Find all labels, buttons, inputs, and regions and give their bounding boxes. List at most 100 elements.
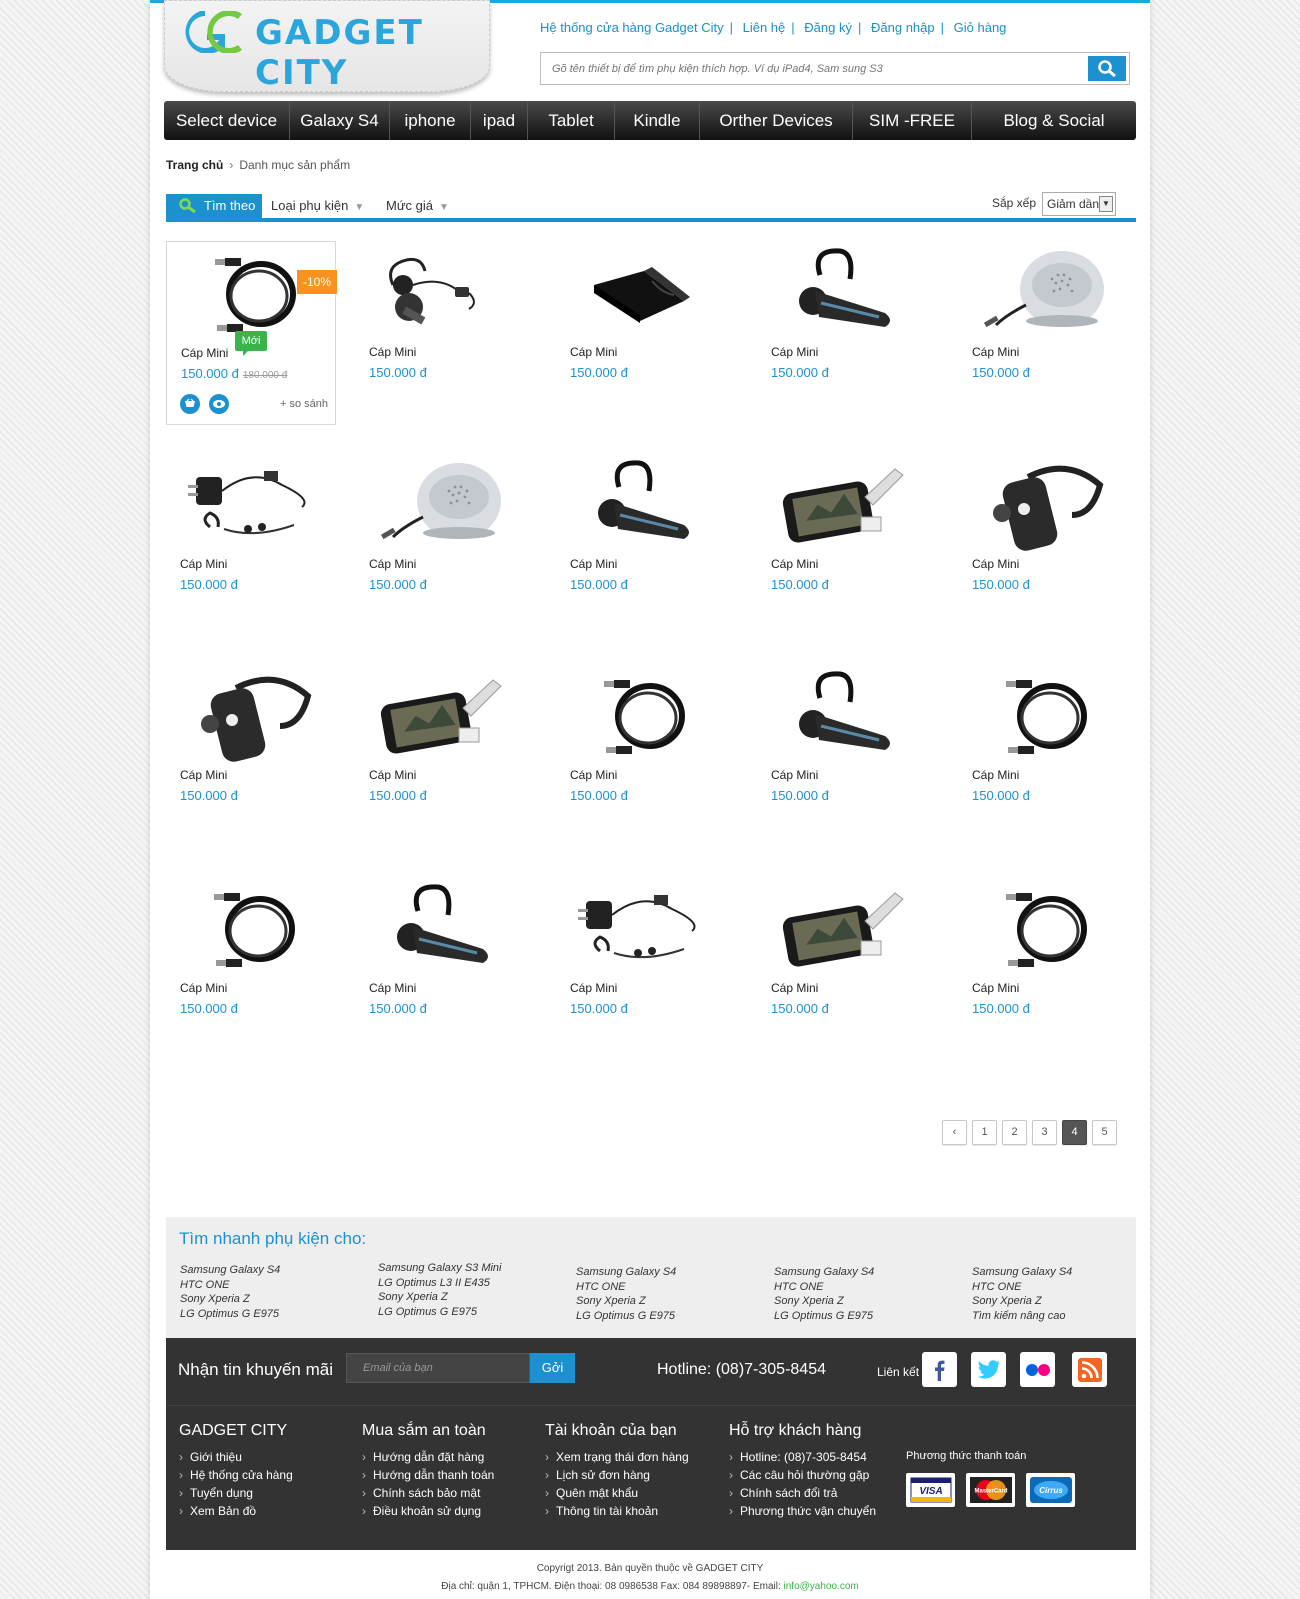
product-name[interactable]: Cáp Mini	[972, 768, 1019, 782]
product-name[interactable]: Cáp Mini	[771, 768, 818, 782]
quick-find-link[interactable]: LG Optimus G E975	[180, 1307, 280, 1322]
footer-link[interactable]: Các câu hỏi thường gặp	[729, 1466, 876, 1484]
quick-find-link[interactable]: HTC ONE	[180, 1278, 280, 1293]
product-name[interactable]: Cáp Mini	[180, 768, 227, 782]
nav-sim-free[interactable]: SIM -FREE	[853, 101, 972, 140]
footer-link[interactable]: Giới thiệu	[179, 1448, 293, 1466]
product-name[interactable]: Cáp Mini	[570, 768, 617, 782]
product-image[interactable]	[174, 457, 324, 553]
page-3-button[interactable]: 3	[1032, 1120, 1057, 1145]
facebook-icon[interactable]	[922, 1352, 957, 1387]
product-card[interactable]: Cáp Mini 150.000 đ	[757, 664, 927, 848]
product-name[interactable]: Cáp Mini	[570, 345, 617, 359]
product-name[interactable]: Cáp Mini	[771, 557, 818, 571]
accessory-type-dropdown[interactable]: Loại phụ kiện ▼	[271, 198, 364, 213]
quick-find-link[interactable]: Samsung Galaxy S4	[972, 1265, 1072, 1280]
search-button[interactable]	[1088, 56, 1126, 81]
product-name[interactable]: Cáp Mini	[771, 345, 818, 359]
product-card[interactable]: Cáp Mini 150.000 đ	[355, 453, 525, 637]
quick-find-link[interactable]: LG Optimus G E975	[576, 1309, 676, 1324]
product-name[interactable]: Cáp Mini	[972, 981, 1019, 995]
product-image[interactable]	[363, 881, 513, 977]
nav-iphone[interactable]: iphone	[390, 101, 471, 140]
product-image[interactable]	[175, 246, 325, 342]
product-card[interactable]: Cáp Mini 150.000 đ	[355, 664, 525, 848]
quick-find-link[interactable]: Sony Xperia Z	[774, 1294, 874, 1309]
footer-link[interactable]: Tuyển dụng	[179, 1484, 293, 1502]
product-name[interactable]: Cáp Mini	[570, 557, 617, 571]
product-name[interactable]: Cáp Mini	[369, 768, 416, 782]
product-image[interactable]	[363, 668, 513, 764]
product-image[interactable]	[966, 881, 1116, 977]
product-image[interactable]	[966, 457, 1116, 553]
product-card[interactable]: Cáp Mini 150.000 đ	[757, 877, 927, 1061]
product-card[interactable]: Cáp Mini 150.000 đ	[556, 664, 726, 848]
product-image[interactable]	[564, 881, 714, 977]
product-name[interactable]: Cáp Mini	[369, 345, 416, 359]
footer-link[interactable]: Hotline: (08)7-305-8454	[729, 1448, 876, 1466]
register-link[interactable]: Đăng ký	[804, 20, 852, 35]
quick-find-link[interactable]: LG Optimus L3 II E435	[378, 1276, 502, 1291]
flickr-icon[interactable]	[1020, 1352, 1055, 1387]
quick-find-link[interactable]: Samsung Galaxy S4	[774, 1265, 874, 1280]
page-2-button[interactable]: 2	[1002, 1120, 1027, 1145]
footer-link[interactable]: Điều khoản sử dụng	[362, 1502, 494, 1520]
product-image[interactable]	[765, 668, 915, 764]
quick-view-icon[interactable]	[209, 394, 229, 414]
footer-link[interactable]: Chính sách bảo mật	[362, 1484, 494, 1502]
product-card[interactable]: Cáp Mini 150.000 đ	[757, 453, 927, 637]
product-image[interactable]	[564, 668, 714, 764]
quick-find-link[interactable]: Sony Xperia Z	[576, 1294, 676, 1309]
product-card[interactable]: Cáp Mini 150.000 đ	[556, 453, 726, 637]
product-image[interactable]	[363, 457, 513, 553]
footer-link[interactable]: Hướng dẫn đặt hàng	[362, 1448, 494, 1466]
product-card[interactable]: Cáp Mini 150.000 đ	[355, 241, 525, 425]
product-image[interactable]	[765, 881, 915, 977]
footer-link[interactable]: Hướng dẫn thanh toán	[362, 1466, 494, 1484]
product-name[interactable]: Cáp Mini	[181, 346, 228, 360]
product-image[interactable]	[363, 245, 513, 341]
product-name[interactable]: Cáp Mini	[369, 557, 416, 571]
product-card[interactable]: Cáp Mini 150.000 đ	[166, 453, 336, 637]
product-image[interactable]	[564, 245, 714, 341]
product-card[interactable]: Cáp Mini 150.000 đ	[958, 877, 1128, 1061]
product-image[interactable]	[174, 881, 324, 977]
product-card[interactable]: Cáp Mini 150.000 đ	[958, 664, 1128, 848]
nav-tablet[interactable]: Tablet	[528, 101, 615, 140]
sort-select[interactable]: Giảm dần ▼	[1042, 192, 1116, 216]
nav-ipad[interactable]: ipad	[471, 101, 528, 140]
rss-icon[interactable]	[1072, 1352, 1107, 1387]
product-card[interactable]: Cáp Mini 150.000 đ 180.000 đ -10% Mới + so sá…	[166, 241, 337, 425]
product-image[interactable]	[174, 668, 324, 764]
product-card[interactable]: Cáp Mini 150.000 đ	[166, 877, 336, 1061]
quick-find-link[interactable]: Samsung Galaxy S4	[576, 1265, 676, 1280]
footer-link[interactable]: Xem trạng thái đơn hàng	[545, 1448, 689, 1466]
newsletter-email-input[interactable]: Email của bạn	[346, 1353, 530, 1383]
product-image[interactable]	[765, 245, 915, 341]
price-dropdown[interactable]: Mức giá ▼	[386, 198, 449, 213]
product-name[interactable]: Cáp Mini	[972, 557, 1019, 571]
product-name[interactable]: Cáp Mini	[180, 981, 227, 995]
quick-find-link[interactable]: Sony Xperia Z	[972, 1294, 1072, 1309]
compare-link[interactable]: + so sánh	[280, 398, 328, 410]
footer-link[interactable]: Hệ thống cửa hàng	[179, 1466, 293, 1484]
product-image[interactable]	[966, 245, 1116, 341]
find-by-tab[interactable]: Tìm theo	[166, 194, 262, 218]
footer-link[interactable]: Phương thức vận chuyển	[729, 1502, 876, 1520]
quick-find-link[interactable]: Sony Xperia Z	[378, 1290, 502, 1305]
product-image[interactable]	[966, 668, 1116, 764]
twitter-icon[interactable]	[971, 1352, 1006, 1387]
newsletter-send-button[interactable]: Gởi	[530, 1353, 575, 1383]
footer-link[interactable]: Lịch sử đơn hàng	[545, 1466, 689, 1484]
product-card[interactable]: Cáp Mini 150.000 đ	[166, 664, 336, 848]
product-card[interactable]: Cáp Mini 150.000 đ	[556, 877, 726, 1061]
footer-link[interactable]: Xem Bản đồ	[179, 1502, 293, 1520]
quick-find-link[interactable]: Samsung Galaxy S4	[180, 1263, 280, 1278]
product-card[interactable]: Cáp Mini 150.000 đ	[958, 453, 1128, 637]
quick-find-link[interactable]: LG Optimus G E975	[378, 1305, 502, 1320]
product-name[interactable]: Cáp Mini	[771, 981, 818, 995]
nav-galaxy-s4[interactable]: Galaxy S4	[290, 101, 390, 140]
quick-find-link[interactable]: Samsung Galaxy S3 Mini	[378, 1261, 502, 1276]
page-5-button[interactable]: 5	[1092, 1120, 1117, 1145]
quick-find-link[interactable]: HTC ONE	[774, 1280, 874, 1295]
